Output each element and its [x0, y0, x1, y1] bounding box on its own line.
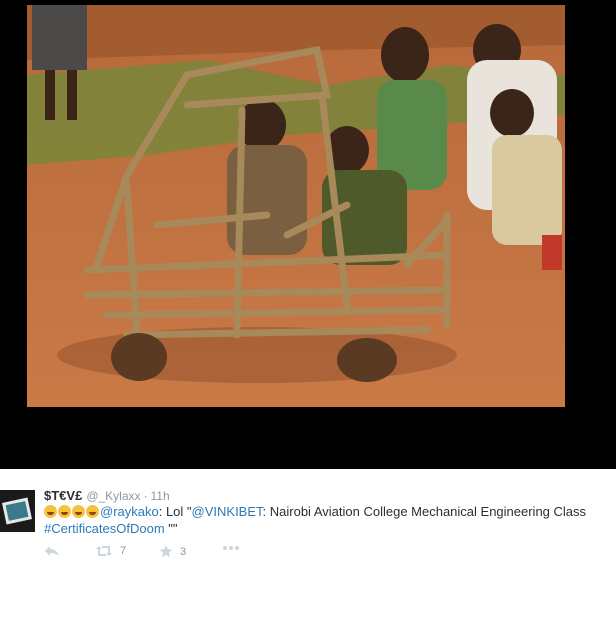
- laughing-emoji-icon: [72, 505, 85, 518]
- mention-link[interactable]: @VINKIBET: [192, 504, 263, 519]
- more-button[interactable]: [222, 545, 240, 551]
- tweet-text-part: : Nairobi Aviation College Mechanical En…: [262, 504, 587, 519]
- media-frame: [0, 0, 616, 469]
- more-icon: [223, 546, 239, 550]
- favorite-button[interactable]: 3: [159, 545, 186, 558]
- retweet-icon: [96, 546, 112, 556]
- separator: ·: [143, 489, 148, 503]
- tweet-header: $T€V£ @_Kylaxx · 11h: [44, 488, 170, 503]
- favorite-count: 3: [180, 545, 187, 558]
- reply-icon: [45, 546, 59, 556]
- laughing-emoji-icon: [58, 505, 71, 518]
- retweet-count: 7: [120, 545, 127, 557]
- tweet: $T€V£ @_Kylaxx · 11h @raykako: Lol "@VINKIB…: [0, 469, 616, 624]
- tweet-text-part: "": [164, 521, 178, 536]
- star-icon: [159, 545, 173, 558]
- laughing-emoji-icon: [44, 505, 57, 518]
- hashtag-link[interactable]: #CertificatesOfDoom: [44, 521, 165, 536]
- reply-button[interactable]: [44, 545, 60, 557]
- timestamp[interactable]: 11h: [151, 489, 170, 503]
- avatar[interactable]: [0, 490, 35, 532]
- retweet-button[interactable]: 7: [95, 545, 126, 557]
- display-name[interactable]: $T€V£: [44, 488, 82, 503]
- mention-link[interactable]: @raykako: [100, 504, 159, 519]
- tweet-text-part: : Lol ": [158, 504, 192, 519]
- user-handle[interactable]: @_Kylaxx: [86, 489, 140, 503]
- tweet-photo[interactable]: [27, 5, 565, 407]
- tweet-text: @raykako: Lol "@VINKIBET: Nairobi Aviati…: [44, 503, 609, 537]
- laughing-emoji-icon: [86, 505, 99, 518]
